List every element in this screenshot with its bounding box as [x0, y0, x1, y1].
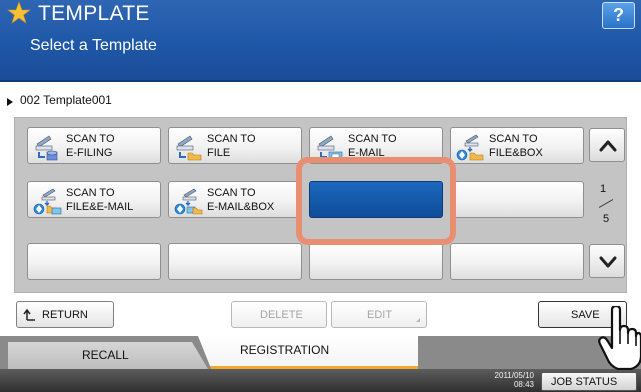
template-name: 002 Template001: [20, 93, 112, 107]
star-icon: [7, 1, 31, 24]
page-subtitle: Select a Template: [30, 37, 157, 54]
scan-filebox-icon: [456, 134, 484, 161]
selection-highlight: [296, 157, 456, 245]
tile-label: SCAN TO FILE&E-MAIL: [66, 187, 134, 213]
tab-registration[interactable]: REGISTRATION: [198, 336, 418, 369]
template-tile-empty[interactable]: [450, 243, 584, 280]
page-separator: [598, 199, 614, 208]
play-arrow-icon: [7, 98, 13, 106]
template-tile-scan-to-filebox[interactable]: SCAN TO FILE&BOX: [450, 127, 584, 164]
scan-email-box-icon: [174, 188, 203, 215]
scan-file-email-icon: [33, 188, 62, 215]
template-tile-scan-to-file[interactable]: SCAN TO FILE: [168, 127, 302, 164]
tile-label: SCAN TO E-MAIL: [348, 133, 397, 159]
return-button[interactable]: RETURN: [16, 301, 114, 328]
template-tile-empty[interactable]: [168, 243, 302, 280]
bottom-tab-bar: RECALL REGISTRATION 2011/05/10 08:43 JOB…: [0, 336, 641, 392]
job-status-button[interactable]: JOB STATUS: [541, 372, 637, 391]
title-bar: TEMPLATE Select a Template ?: [0, 0, 641, 82]
chevron-up-icon: [599, 140, 617, 152]
tile-label: SCAN TO E-MAIL&BOX: [207, 187, 275, 213]
page-indicator: 1 5: [592, 179, 622, 233]
hand-pointer-icon: [598, 306, 641, 370]
help-button[interactable]: ?: [602, 2, 635, 29]
template-tile-scan-to-email-box[interactable]: SCAN TO E-MAIL&BOX: [168, 181, 302, 218]
template-tile-scan-to-efiling[interactable]: SCAN TO E-FILING: [27, 127, 161, 164]
corner-marker-icon: [416, 318, 420, 322]
page-title: TEMPLATE: [38, 2, 150, 25]
template-tile-empty[interactable]: [450, 181, 584, 218]
date-text: 2011/05/10: [494, 371, 534, 380]
chevron-down-icon: [599, 256, 617, 268]
tab-recall[interactable]: RECALL: [8, 342, 208, 369]
template-tile-scan-to-file-email[interactable]: SCAN TO FILE&E-MAIL: [27, 181, 161, 218]
tile-label: SCAN TO E-FILING: [66, 133, 115, 159]
time-text: 08:43: [513, 380, 534, 389]
scroll-down-button[interactable]: [589, 244, 625, 278]
scroll-up-button[interactable]: [589, 128, 625, 162]
template-name-bar: 002 Template001: [0, 84, 641, 116]
tile-label: SCAN TO FILE: [207, 133, 256, 159]
scan-file-icon: [176, 135, 202, 161]
edit-button[interactable]: EDIT: [331, 301, 427, 328]
delete-button[interactable]: DELETE: [231, 301, 327, 328]
date-time: 2011/05/10 08:43: [494, 371, 534, 389]
total-pages: 5: [603, 213, 610, 225]
current-page: 1: [600, 183, 607, 195]
tile-label: SCAN TO FILE&BOX: [489, 133, 543, 159]
scan-efiling-icon: [35, 135, 58, 161]
template-tile-empty[interactable]: [309, 243, 443, 280]
return-arrow-icon: [23, 308, 35, 321]
template-tile-empty[interactable]: [27, 243, 161, 280]
